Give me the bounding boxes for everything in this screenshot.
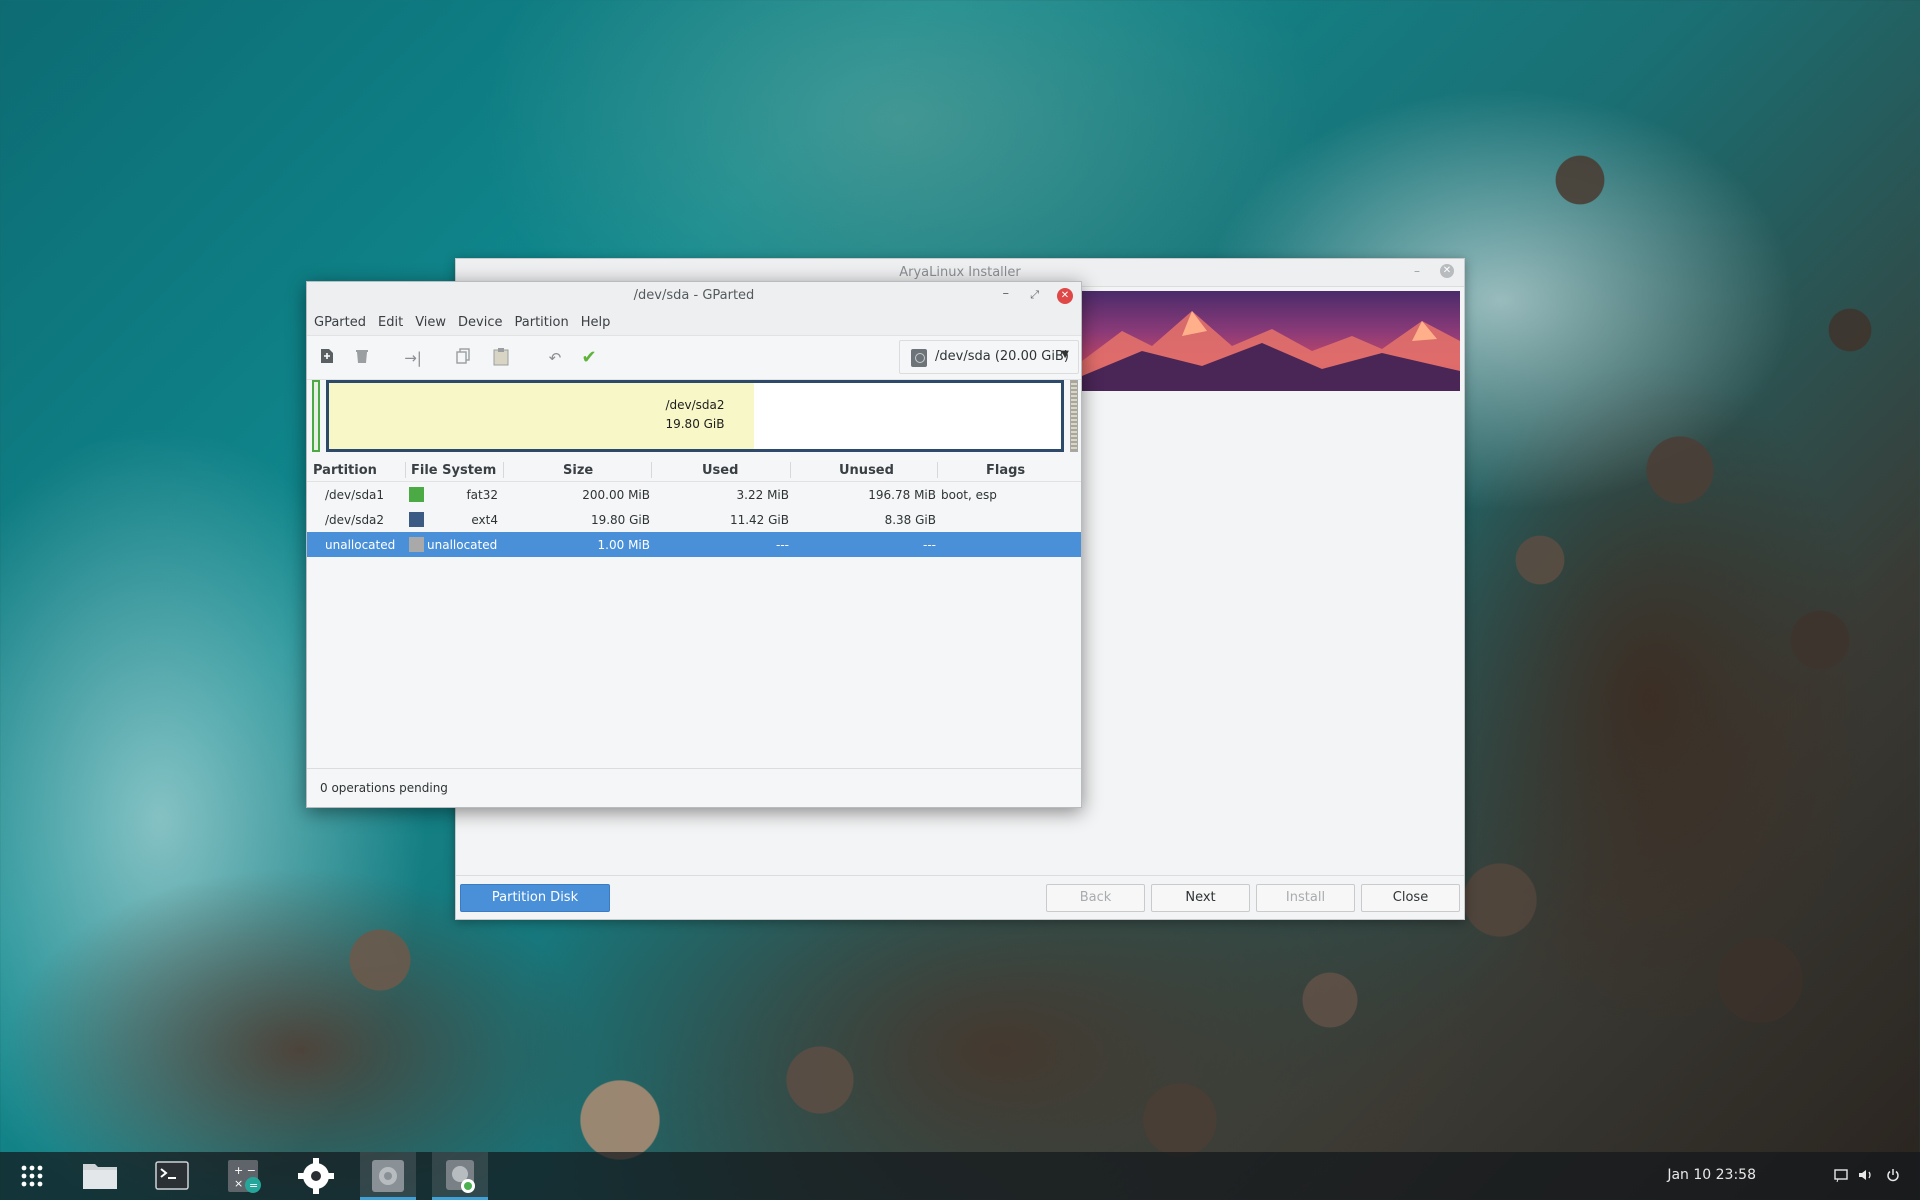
cell-used: 11.42 GiB [729, 513, 789, 527]
volume-icon[interactable] [1858, 1168, 1874, 1186]
table-row[interactable]: /dev/sda1 fat32 200.00 MiB 3.22 MiB 196.78 M… [307, 482, 1081, 507]
install-button[interactable]: Install [1256, 884, 1355, 912]
app-grid-icon[interactable] [4, 1152, 60, 1200]
filesystem-color-swatch [409, 487, 424, 502]
maximize-icon[interactable]: ⤢ [1030, 288, 1039, 302]
cell-filesystem: fat32 [466, 488, 498, 502]
device-selector-label: /dev/sda (20.00 GiB) [935, 349, 1069, 364]
gparted-icon[interactable] [432, 1152, 488, 1200]
copy-icon[interactable] [453, 348, 473, 368]
partition-disk-button[interactable]: Partition Disk [460, 884, 610, 912]
installer-icon[interactable] [360, 1152, 416, 1200]
minimize-icon[interactable]: – [1003, 286, 1010, 301]
resize-move-icon[interactable]: →| [403, 348, 423, 368]
chevron-down-icon: ▼ [1061, 349, 1069, 360]
menu-partition[interactable]: Partition [510, 310, 576, 335]
new-partition-icon[interactable] [317, 348, 337, 368]
close-icon[interactable]: ✕ [1440, 264, 1454, 278]
disk-map: /dev/sda2 19.80 GiB [312, 380, 1078, 454]
col-partition[interactable]: Partition [313, 463, 377, 478]
close-button[interactable]: Close [1361, 884, 1460, 912]
col-used[interactable]: Used [702, 463, 738, 478]
harddisk-icon [911, 349, 927, 367]
filesystem-color-swatch [409, 537, 424, 552]
cell-size: 19.80 GiB [590, 513, 650, 527]
installer-banner-image [1082, 291, 1460, 391]
calculator-icon[interactable]: + − × = [216, 1152, 272, 1200]
taskbar: + − × = Jan 10 23:58 [0, 1152, 1920, 1200]
mountain-image [1082, 311, 1460, 391]
table-row[interactable]: unallocated unallocated 1.00 MiB --- --- [307, 532, 1081, 557]
menu-device[interactable]: Device [453, 310, 509, 335]
disk-map-sda2[interactable]: /dev/sda2 19.80 GiB [326, 380, 1064, 452]
filesystem-color-swatch [409, 512, 424, 527]
disk-map-size-label: 19.80 GiB [665, 417, 725, 431]
menu-gparted[interactable]: GParted [309, 310, 373, 335]
installer-footer: Partition Disk Back Next Install Close [456, 875, 1464, 919]
disk-map-unallocated[interactable] [1070, 380, 1078, 452]
gparted-title: /dev/sda - GParted [633, 288, 755, 303]
close-icon[interactable]: ✕ [1057, 288, 1073, 304]
disk-map-sda1[interactable] [312, 380, 320, 452]
disk-map-used-space [329, 383, 754, 449]
col-filesystem[interactable]: File System [411, 463, 496, 478]
paste-icon[interactable] [491, 348, 511, 368]
cell-partition: /dev/sda2 [325, 513, 385, 527]
apply-check-icon[interactable]: ✔ [579, 348, 599, 368]
cell-partition: /dev/sda1 [325, 488, 385, 502]
next-button[interactable]: Next [1151, 884, 1250, 912]
col-unused[interactable]: Unused [839, 463, 894, 478]
menu-view[interactable]: View [410, 310, 453, 335]
cell-unused: --- [923, 538, 936, 552]
cell-partition: unallocated [325, 538, 396, 552]
cell-filesystem: unallocated [427, 538, 498, 552]
gparted-window: /dev/sda - GParted – ⤢ ✕ GParted Edit Vi… [306, 281, 1082, 808]
menubar: GParted Edit View Device Partition Help [307, 310, 1081, 335]
col-flags[interactable]: Flags [986, 463, 1025, 478]
disk-map-partition-label: /dev/sda2 [665, 398, 725, 412]
clock[interactable]: Jan 10 23:58 [1667, 1167, 1756, 1183]
cell-size: 1.00 MiB [597, 538, 650, 552]
status-text: 0 operations pending [320, 781, 448, 795]
svg-text:+ −: + − [234, 1164, 256, 1177]
undo-icon[interactable]: ↶ [545, 348, 565, 368]
cell-used: 3.22 MiB [736, 488, 789, 502]
terminal-icon[interactable] [144, 1152, 200, 1200]
cell-used: --- [776, 538, 789, 552]
notification-icon[interactable] [1834, 1168, 1848, 1186]
toolbar: →| ↶ ✔ /dev/sda (20.00 GiB) ▼ [307, 335, 1081, 380]
cell-unused: 196.78 MiB [868, 488, 936, 502]
cell-flags: boot, esp [941, 488, 997, 502]
settings-icon[interactable] [288, 1152, 344, 1200]
menu-help[interactable]: Help [576, 310, 618, 335]
delete-icon[interactable] [352, 348, 372, 368]
table-row[interactable]: /dev/sda2 ext4 19.80 GiB 11.42 GiB 8.38 GiB [307, 507, 1081, 532]
power-icon[interactable] [1886, 1168, 1900, 1186]
back-button[interactable]: Back [1046, 884, 1145, 912]
minimize-icon[interactable]: – [1414, 264, 1420, 278]
cell-size: 200.00 MiB [582, 488, 650, 502]
menu-edit[interactable]: Edit [373, 310, 410, 335]
files-icon[interactable] [72, 1152, 128, 1200]
device-selector[interactable]: /dev/sda (20.00 GiB) ▼ [899, 340, 1079, 374]
svg-text:=: = [249, 1179, 258, 1192]
installer-title: AryaLinux Installer [899, 265, 1021, 280]
table-header: Partition File System Size Used Unused F… [307, 458, 1081, 482]
partition-table: Partition File System Size Used Unused F… [307, 458, 1081, 557]
col-size[interactable]: Size [563, 463, 593, 478]
svg-text:×: × [234, 1177, 243, 1190]
cell-filesystem: ext4 [471, 513, 498, 527]
table-body: /dev/sda1 fat32 200.00 MiB 3.22 MiB 196.78 M… [307, 482, 1081, 557]
gparted-titlebar[interactable]: /dev/sda - GParted – ⤢ ✕ [307, 282, 1081, 310]
cell-unused: 8.38 GiB [884, 513, 936, 527]
statusbar: 0 operations pending [307, 768, 1081, 807]
